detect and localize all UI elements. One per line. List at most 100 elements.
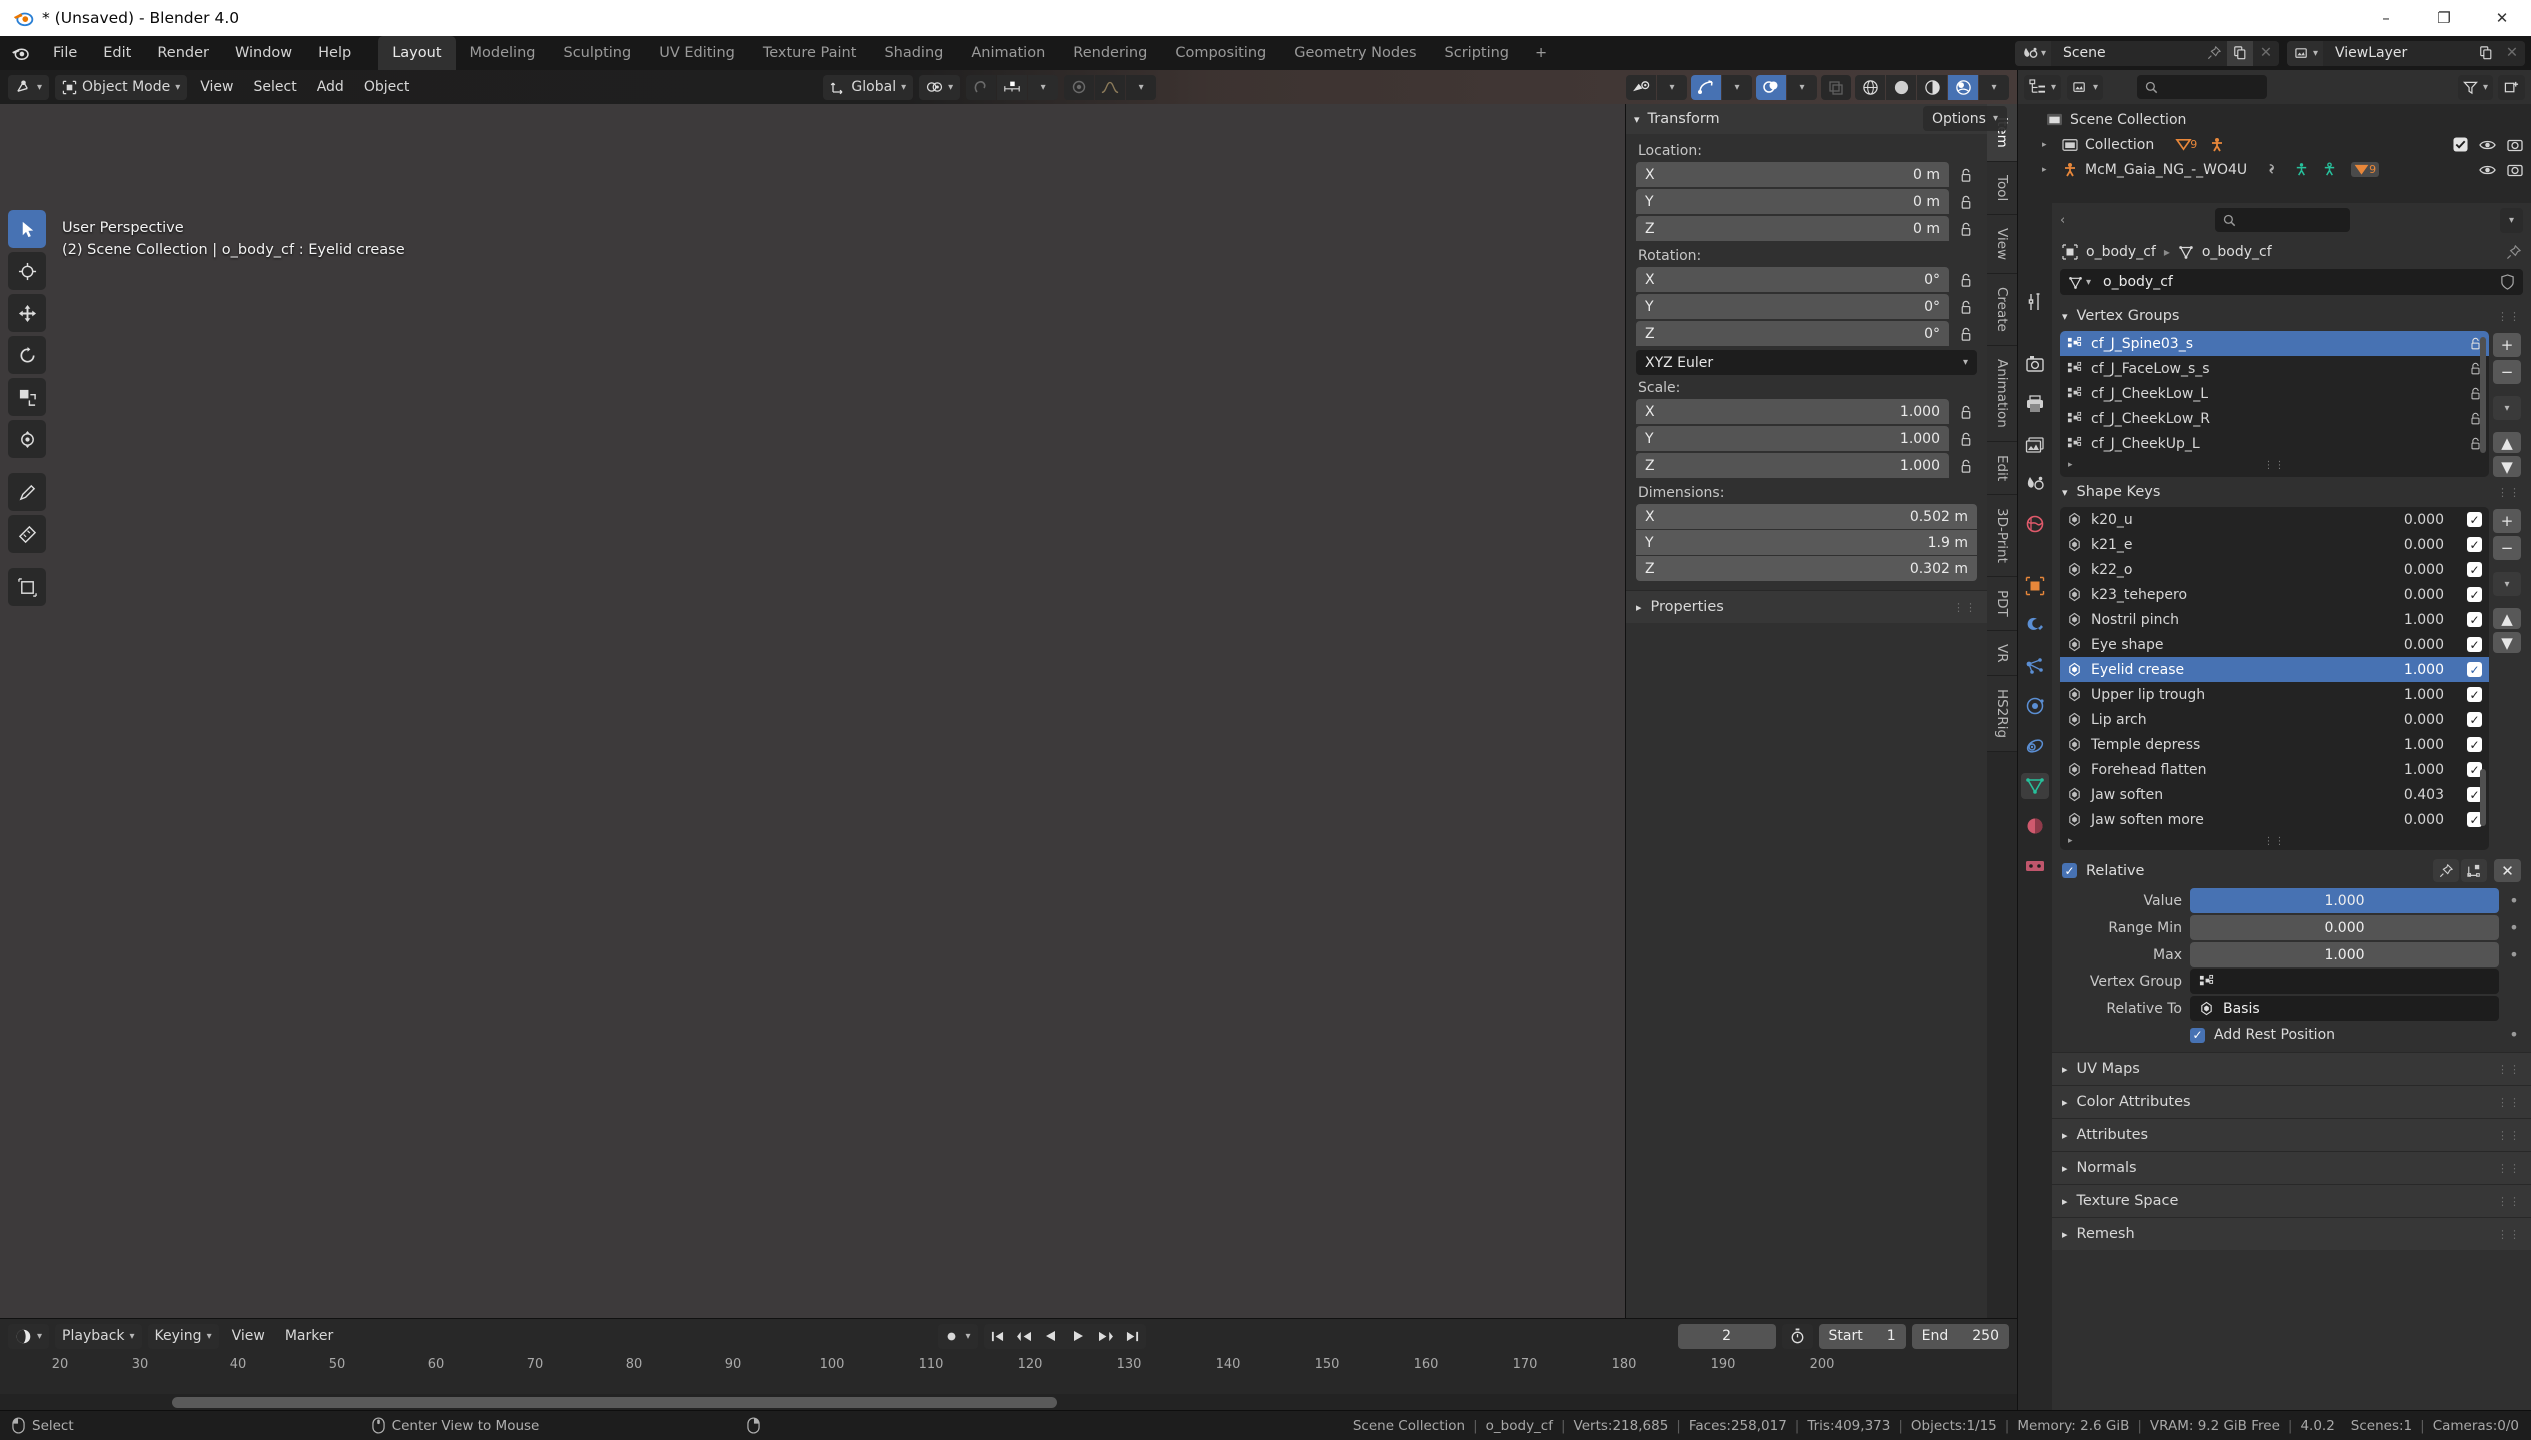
scene-name[interactable]: Scene <box>2050 40 2201 66</box>
shape-keys-scrollbar[interactable] <box>2480 769 2486 826</box>
properties-panel-header[interactable]: ▸ Properties ⋮⋮ <box>1626 590 1987 623</box>
frame-range-fields[interactable]: Start 1 <box>1818 1323 1906 1349</box>
visibility-dropdown-icon[interactable]: ▾ <box>1657 74 1687 100</box>
viewport-menu-select[interactable]: Select <box>247 75 304 100</box>
gizmo-dropdown-icon[interactable]: ▾ <box>1722 74 1752 100</box>
list-item[interactable]: Forehead flatten 1.000 ✓ <box>2060 757 2489 782</box>
panel-uv-maps[interactable]: ▸ UV Maps ⋮⋮ <box>2052 1052 2531 1085</box>
tab-tool-properties[interactable] <box>2021 289 2049 315</box>
list-item[interactable]: k21_e 0.000 ✓ <box>2060 532 2489 557</box>
menu-window[interactable]: Window <box>222 36 305 70</box>
vertex-groups-panel-header[interactable]: ▾ Vertex Groups ⋮⋮ <box>2052 301 2531 331</box>
viewport-menu-view[interactable]: View <box>193 75 240 100</box>
tool-move-icon[interactable] <box>8 294 46 332</box>
scene-new-icon[interactable] <box>2226 40 2253 66</box>
shapekey-enabled-checkbox[interactable]: ✓ <box>2467 637 2482 652</box>
transform-orientation-selector[interactable]: Global ▾ <box>823 74 914 100</box>
dimensions-y-field[interactable]: Y 1.9 m <box>1636 530 1977 555</box>
shapekey-value[interactable]: 0.000 <box>2404 512 2444 528</box>
scene-unlink-icon[interactable]: ✕ <box>2252 40 2279 66</box>
panel-drag-dots-icon[interactable]: ⋮⋮ <box>2497 1195 2521 1208</box>
rendered-shading-icon[interactable] <box>1948 74 1978 100</box>
n-tab-pdt[interactable]: PDT <box>1987 576 2017 631</box>
shapekey-value[interactable]: 0.000 <box>2404 587 2444 603</box>
list-item[interactable]: cf_J_CheekLow_R <box>2060 406 2489 431</box>
maximize-button[interactable]: ❐ <box>2415 0 2473 36</box>
timeline-menu-view[interactable]: View <box>225 1324 272 1349</box>
shapekey-enabled-checkbox[interactable]: ✓ <box>2467 737 2482 752</box>
list-item[interactable]: cf_J_CheekLow_L <box>2060 381 2489 406</box>
vertex-groups-scrollbar[interactable] <box>2480 337 2486 453</box>
list-item[interactable]: Jaw soften 0.403 ✓ <box>2060 782 2489 807</box>
shapekey-value[interactable]: 0.000 <box>2404 562 2444 578</box>
vertex-group-specials-button[interactable]: ▾ <box>2493 396 2521 420</box>
snap-dropdown-icon[interactable]: ▾ <box>1028 74 1059 100</box>
timeline-menu-keying[interactable]: Keying ▾ <box>147 1323 219 1349</box>
viewport-menu-add[interactable]: Add <box>310 75 351 100</box>
shapekey-value[interactable]: 1.000 <box>2404 662 2444 678</box>
tab-animation[interactable]: Animation <box>957 36 1059 70</box>
lock-rotation-x-icon[interactable] <box>1955 273 1977 288</box>
object-visibility-icon[interactable] <box>1626 74 1656 100</box>
tab-world-properties[interactable] <box>2021 511 2049 537</box>
panel-texture-space[interactable]: ▸ Texture Space ⋮⋮ <box>2052 1184 2531 1217</box>
lock-rotation-y-icon[interactable] <box>1955 300 1977 315</box>
remove-vertex-group-button[interactable]: − <box>2493 360 2521 384</box>
camera-render-icon[interactable] <box>2507 163 2523 177</box>
viewport-3d[interactable]: ▾ Object Mode ▾ View Select Add Object G… <box>0 70 2017 1318</box>
shapekey-enabled-checkbox[interactable]: ✓ <box>2467 587 2482 602</box>
n-tab-3d-print[interactable]: 3D-Print <box>1987 494 2017 577</box>
tab-geometry-nodes[interactable]: Geometry Nodes <box>1280 36 1430 70</box>
outliner-row-scene-collection[interactable]: Scene Collection <box>2018 107 2531 132</box>
tool-rotate-icon[interactable] <box>8 336 46 374</box>
shapekey-value[interactable]: 0.000 <box>2404 537 2444 553</box>
n-tab-hs2rig[interactable]: HS2Rig <box>1987 676 2017 753</box>
jump-to-end-icon[interactable] <box>1119 1324 1146 1349</box>
list-item[interactable]: cf_J_CheekUp_L <box>2060 431 2489 456</box>
n-tab-animation[interactable]: Animation <box>1987 345 2017 442</box>
list-item[interactable]: k23_tehepero 0.000 ✓ <box>2060 582 2489 607</box>
tab-scripting[interactable]: Scripting <box>1431 36 1523 70</box>
vertex-groups-list[interactable]: cf_J_Spine03_s cf_J_FaceLow_s_s cf_J_Che… <box>2060 331 2489 477</box>
shapekey-enabled-checkbox[interactable]: ✓ <box>2467 512 2482 527</box>
wireframe-shading-icon[interactable] <box>1855 74 1885 100</box>
shapekey-enabled-checkbox[interactable]: ✓ <box>2467 612 2482 627</box>
proportional-edit-icon[interactable] <box>1064 74 1095 100</box>
play-icon[interactable] <box>1065 1324 1092 1349</box>
tab-physics-properties[interactable] <box>2021 693 2049 719</box>
viewlayer-name[interactable]: ViewLayer <box>2323 40 2473 66</box>
viewlayer-browse-icon[interactable]: ▾ <box>2286 40 2323 66</box>
tab-modeling[interactable]: Modeling <box>456 36 550 70</box>
move-shape-key-up-button[interactable]: ▲ <box>2493 608 2521 629</box>
shapekey-enabled-checkbox[interactable]: ✓ <box>2467 662 2482 677</box>
list-item[interactable]: Jaw soften more 0.000 ✓ <box>2060 807 2489 832</box>
shapekey-edit-mode-icon[interactable] <box>2461 859 2487 882</box>
auto-keying-toggle[interactable]: ▾ <box>937 1323 978 1349</box>
tool-annotate-icon[interactable] <box>8 473 46 511</box>
lock-rotation-z-icon[interactable] <box>1955 327 1977 342</box>
fake-user-shield-icon[interactable] <box>2500 274 2515 290</box>
tool-cursor-icon[interactable] <box>8 252 46 290</box>
pivot-point-selector[interactable]: ▾ <box>919 74 961 100</box>
expand-arrow-icon[interactable]: ▸ <box>2042 140 2055 150</box>
list-item[interactable]: k20_u 0.000 ✓ <box>2060 507 2489 532</box>
tab-constraint-properties[interactable] <box>2021 733 2049 759</box>
tab-output-properties[interactable] <box>2021 391 2049 417</box>
minimize-button[interactable]: – <box>2357 0 2415 36</box>
outliner-row-collection[interactable]: ▸ Collection 9 <box>2018 132 2531 157</box>
dimensions-z-field[interactable]: Z 0.302 m <box>1636 556 1977 581</box>
tab-object-properties[interactable] <box>2021 573 2049 599</box>
tool-measure-icon[interactable] <box>8 515 46 553</box>
relative-checkbox[interactable]: ✓ <box>2062 863 2077 878</box>
breadcrumb-object[interactable]: o_body_cf <box>2086 244 2156 260</box>
shapekey-value[interactable]: 1.000 <box>2404 687 2444 703</box>
properties-options-dropdown[interactable]: ▾ <box>2499 207 2523 233</box>
outliner-display-mode-icon[interactable]: ▾ <box>2067 74 2104 100</box>
pin-id-icon[interactable] <box>2506 244 2521 260</box>
list-item[interactable]: Lip arch 0.000 ✓ <box>2060 707 2489 732</box>
tab-scene-properties[interactable] <box>2021 471 2049 497</box>
n-tab-edit[interactable]: Edit <box>1987 441 2017 495</box>
tab-modifier-properties[interactable] <box>2021 613 2049 639</box>
current-frame-field[interactable]: 2 <box>1677 1323 1776 1349</box>
mode-selector[interactable]: Object Mode ▾ <box>55 74 188 100</box>
